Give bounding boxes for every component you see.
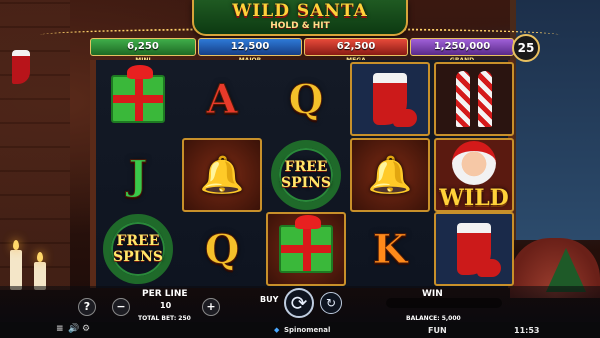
jackpot-value: 62,500 xyxy=(336,41,376,52)
gift-icon xyxy=(279,215,333,273)
reel: J FREE SPINS xyxy=(96,60,180,288)
candy-cane-icon xyxy=(478,71,492,127)
symbol-j: J xyxy=(98,138,178,212)
per-line-value: 10 xyxy=(160,301,172,310)
reel: A 🔔 Q xyxy=(180,60,264,288)
jackpot-mega: 62,500 MEGA xyxy=(304,38,408,64)
symbol-free-spins: FREE SPINS xyxy=(266,138,346,212)
control-bar: ? PER LINE − 10 + TOTAL BET: 250 BUY ⟳ ↻… xyxy=(0,286,600,322)
menu-icon[interactable]: ≡ xyxy=(56,324,64,334)
game-title: WILD SANTA xyxy=(232,1,368,21)
santa-icon xyxy=(452,141,496,185)
balance: BALANCE: 5,000 xyxy=(406,315,461,322)
clock: 11:53 xyxy=(514,326,540,335)
jackpot-value: 6,250 xyxy=(127,41,159,52)
brick-wall xyxy=(0,0,70,290)
per-line-label: PER LINE xyxy=(142,289,188,299)
letter-q: Q xyxy=(288,75,324,123)
spinomenal-logo-icon: ◆ xyxy=(274,326,280,334)
spin-icon: ⟳ xyxy=(290,291,308,315)
help-button[interactable]: ? xyxy=(78,298,96,316)
candy-cane-icon xyxy=(456,71,470,127)
bells-icon: 🔔 xyxy=(367,155,413,196)
sound-icon[interactable]: 🔊 xyxy=(68,324,79,334)
letter-a: A xyxy=(206,75,238,123)
increase-bet-button[interactable]: + xyxy=(202,298,220,316)
hanging-stocking-decoration xyxy=(12,50,30,84)
bells-icon: 🔔 xyxy=(199,155,245,196)
symbol-gift xyxy=(98,62,178,136)
symbol-bells: 🔔 xyxy=(350,138,430,212)
win-display xyxy=(386,298,502,308)
symbol-wild-santa: WILD xyxy=(434,138,514,212)
symbol-k: K xyxy=(350,212,430,286)
stocking-icon xyxy=(457,223,501,277)
reel: WILD xyxy=(432,60,516,288)
symbol-free-spins: FREE SPINS xyxy=(98,212,178,286)
stocking-icon xyxy=(373,73,417,127)
reel: 🔔 K xyxy=(348,60,432,288)
free-spins-label: FREE SPINS xyxy=(280,159,332,191)
free-spins-label: FREE SPINS xyxy=(112,233,164,265)
jackpot-grand: 1,250,000 GRAND xyxy=(410,38,514,64)
jackpot-value: 12,500 xyxy=(230,41,270,52)
letter-k: K xyxy=(372,225,408,273)
symbol-stocking xyxy=(350,62,430,136)
decrease-bet-button[interactable]: − xyxy=(112,298,130,316)
symbol-q: Q xyxy=(182,212,262,286)
mode-label: FUN xyxy=(428,326,447,335)
symbol-stocking xyxy=(434,212,514,286)
letter-q: Q xyxy=(204,225,240,273)
symbol-gift xyxy=(266,212,346,286)
status-bar: ≡ 🔊 ⚙ ◆ Spinomenal FUN 11:53 xyxy=(0,322,600,338)
letter-j: J xyxy=(128,151,148,199)
total-bet: TOTAL BET: 250 xyxy=(138,315,191,322)
jackpot-value: 1,250,000 xyxy=(433,41,491,52)
wild-label: WILD xyxy=(439,185,509,211)
reel: Q FREE SPINS xyxy=(264,60,348,288)
symbol-q: Q xyxy=(266,62,346,136)
game-subtitle: HOLD & HIT xyxy=(270,21,330,31)
settings-icon[interactable]: ⚙ xyxy=(82,324,90,334)
symbol-bells: 🔔 xyxy=(182,138,262,212)
autoplay-button[interactable]: ↻ xyxy=(320,292,342,314)
paylines-badge: 25 xyxy=(512,34,540,62)
symbol-a: A xyxy=(182,62,262,136)
brand-label: Spinomenal xyxy=(284,326,331,334)
candle xyxy=(10,240,22,290)
game-logo: WILD SANTA HOLD & HIT xyxy=(192,0,408,36)
jackpot-major: 12,500 MAJOR xyxy=(198,38,302,64)
autoplay-icon: ↻ xyxy=(325,296,337,310)
spin-button[interactable]: ⟳ xyxy=(284,288,314,318)
buy-button[interactable]: BUY xyxy=(260,295,278,304)
symbol-candy-canes xyxy=(434,62,514,136)
jackpot-mini: 6,250 MINI xyxy=(90,38,196,64)
gift-icon xyxy=(111,65,165,123)
reel-area: J FREE SPINS A 🔔 Q Q FREE SPINS 🔔 K WILD xyxy=(90,60,514,288)
